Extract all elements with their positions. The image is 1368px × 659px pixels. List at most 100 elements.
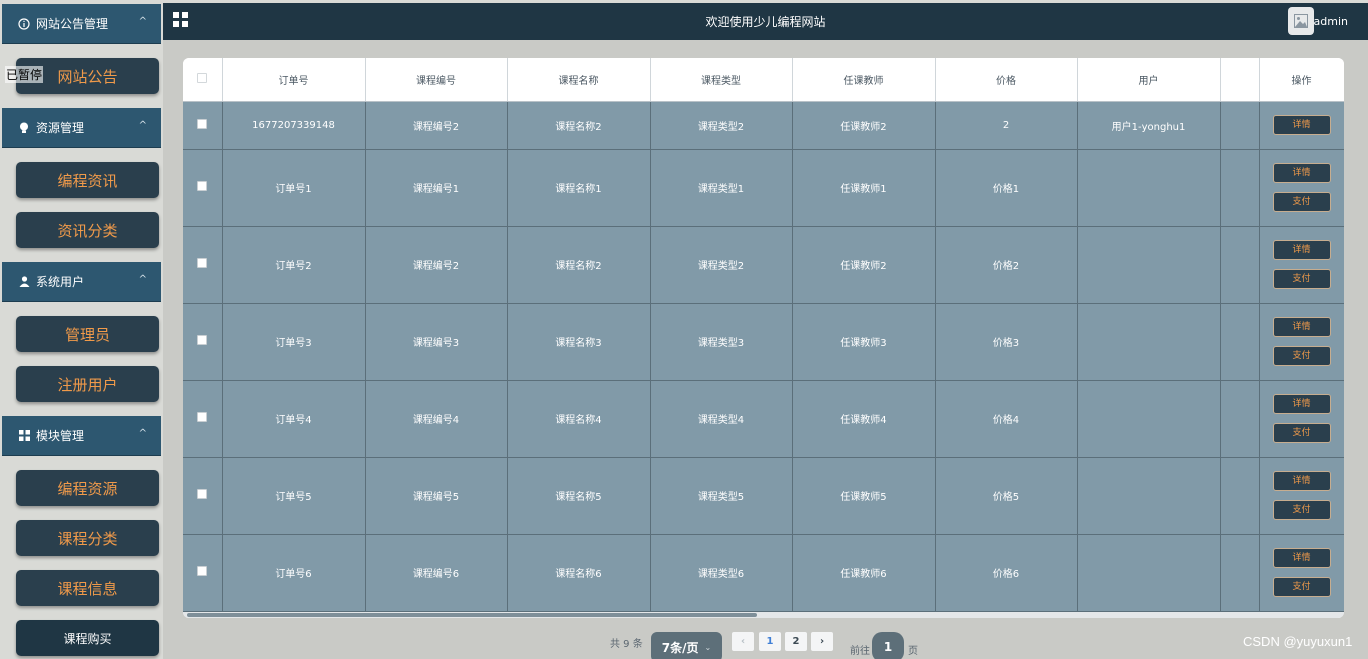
select-all-checkbox[interactable] (197, 72, 208, 83)
avatar[interactable] (1288, 7, 1314, 35)
row-checkbox[interactable] (197, 258, 208, 268)
column-header[interactable]: 用户 (1077, 58, 1221, 102)
cell-user (1077, 226, 1221, 304)
detail-button[interactable]: 详情 (1272, 394, 1331, 414)
menu-group-system-users[interactable]: 系统用户 ^ (2, 262, 161, 302)
detail-button[interactable]: 详情 (1272, 548, 1331, 568)
row-checkbox[interactable] (197, 489, 208, 499)
detail-button[interactable]: 详情 (1272, 115, 1331, 135)
cell-teacher: 任课教师4 (792, 380, 936, 458)
menu-item-programming-resources[interactable]: 编程资源 (16, 470, 159, 506)
page-title: 欢迎使用少儿编程网站 (705, 15, 826, 29)
page-size-select[interactable]: 7条/页 ⌄ (651, 632, 722, 659)
menu-group-announcements[interactable]: 网站公告管理 ^ (2, 4, 161, 44)
menu-item-course-category[interactable]: 课程分类 (16, 520, 159, 556)
cell-course-no: 课程编号2 (365, 226, 508, 304)
detail-button[interactable]: 详情 (1272, 317, 1331, 337)
pay-button[interactable]: 支付 (1272, 577, 1331, 597)
actions-cell: 详情 支付 (1259, 226, 1344, 304)
cell-user (1077, 380, 1221, 458)
row-select-cell[interactable] (183, 149, 223, 227)
menu-item-news-category[interactable]: 资讯分类 (16, 212, 159, 248)
row-select-cell[interactable] (183, 457, 223, 535)
cell-course-name: 课程名称5 (507, 457, 651, 535)
actions-cell: 详情 (1259, 101, 1344, 150)
cell-spacer (1220, 380, 1260, 458)
column-header[interactable]: 价格 (935, 58, 1078, 102)
page-button-2[interactable]: 2 (785, 632, 807, 651)
menu-item-programming-news[interactable]: 编程资讯 (16, 162, 159, 198)
column-header[interactable]: 订单号 (222, 58, 366, 102)
goto-suffix: 页 (908, 646, 918, 657)
page-button-1[interactable]: 1 (759, 632, 781, 651)
cell-teacher: 任课教师1 (792, 149, 936, 227)
orders-table: 订单号 课程编号 课程名称 课程类型 任课教师 价格 用户 操作 1677207… (183, 58, 1344, 612)
column-header (1220, 58, 1260, 102)
pay-button[interactable]: 支付 (1272, 423, 1331, 443)
detail-button[interactable]: 详情 (1272, 471, 1331, 491)
row-select-cell[interactable] (183, 534, 223, 612)
row-select-cell[interactable] (183, 380, 223, 458)
menu-item-admin[interactable]: 管理员 (16, 316, 159, 352)
goto-page-input[interactable]: 1 (872, 632, 904, 659)
pay-button[interactable]: 支付 (1272, 192, 1331, 212)
menu-item-registered-users[interactable]: 注册用户 (16, 366, 159, 402)
column-header[interactable]: 课程编号 (365, 58, 508, 102)
select-all-cell[interactable] (183, 58, 223, 102)
table-row: 订单号4 课程编号4 课程名称4 课程类型4 任课教师4 价格4 详情 支付 (183, 380, 1344, 458)
detail-button[interactable]: 详情 (1272, 163, 1331, 183)
row-checkbox[interactable] (197, 566, 208, 576)
column-header[interactable]: 课程名称 (507, 58, 651, 102)
column-header: 操作 (1259, 58, 1344, 102)
menu-group-modules[interactable]: 模块管理 ^ (2, 416, 161, 456)
row-select-cell[interactable] (183, 101, 223, 150)
cell-course-no: 课程编号6 (365, 534, 508, 612)
grid-icon (18, 430, 30, 442)
cell-price: 价格6 (935, 534, 1078, 612)
cell-user (1077, 457, 1221, 535)
menu-group-title: 系统用户 (36, 275, 85, 289)
cell-order-no: 订单号4 (222, 380, 366, 458)
pay-button[interactable]: 支付 (1272, 500, 1331, 520)
menu-item-course-info[interactable]: 课程信息 (16, 570, 159, 606)
page-size-value: 7条/页 (661, 640, 699, 655)
username[interactable]: admin (1314, 15, 1348, 28)
cell-user: 用户1-yonghu1 (1077, 101, 1221, 150)
cell-course-type: 课程类型1 (650, 149, 793, 227)
chevron-up-icon: ^ (138, 274, 147, 285)
row-checkbox[interactable] (197, 335, 208, 345)
cell-course-no: 课程编号3 (365, 303, 508, 381)
detail-button[interactable]: 详情 (1272, 240, 1331, 260)
actions-cell: 详情 支付 (1259, 457, 1344, 535)
cell-teacher: 任课教师5 (792, 457, 936, 535)
table-row: 订单号1 课程编号1 课程名称1 课程类型1 任课教师1 价格1 详情 支付 (183, 149, 1344, 227)
cell-course-name: 课程名称2 (507, 101, 651, 150)
cell-order-no: 订单号2 (222, 226, 366, 304)
scrollbar-thumb[interactable] (187, 613, 757, 617)
cell-price: 价格1 (935, 149, 1078, 227)
prev-page-button[interactable]: ‹ (732, 632, 754, 651)
menu-group-resources[interactable]: 资源管理 ^ (2, 108, 161, 148)
row-checkbox[interactable] (197, 181, 208, 191)
cell-price: 价格5 (935, 457, 1078, 535)
pay-button[interactable]: 支付 (1272, 269, 1331, 289)
column-header[interactable]: 任课教师 (792, 58, 936, 102)
cell-course-type: 课程类型3 (650, 303, 793, 381)
row-select-cell[interactable] (183, 303, 223, 381)
cell-user (1077, 303, 1221, 381)
column-header[interactable]: 课程类型 (650, 58, 793, 102)
next-page-button[interactable]: › (811, 632, 833, 651)
row-select-cell[interactable] (183, 226, 223, 304)
pay-button[interactable]: 支付 (1272, 346, 1331, 366)
horizontal-scrollbar[interactable] (183, 612, 1344, 618)
row-checkbox[interactable] (197, 118, 208, 129)
paused-label: 已暂停 (5, 66, 44, 83)
row-checkbox[interactable] (197, 412, 208, 422)
actions-cell: 详情 支付 (1259, 149, 1344, 227)
actions-cell: 详情 支付 (1259, 534, 1344, 612)
actions-cell: 详情 支付 (1259, 303, 1344, 381)
cell-course-type: 课程类型4 (650, 380, 793, 458)
chevron-down-icon: ⌄ (704, 642, 712, 652)
cell-price: 价格4 (935, 380, 1078, 458)
cell-spacer (1220, 457, 1260, 535)
